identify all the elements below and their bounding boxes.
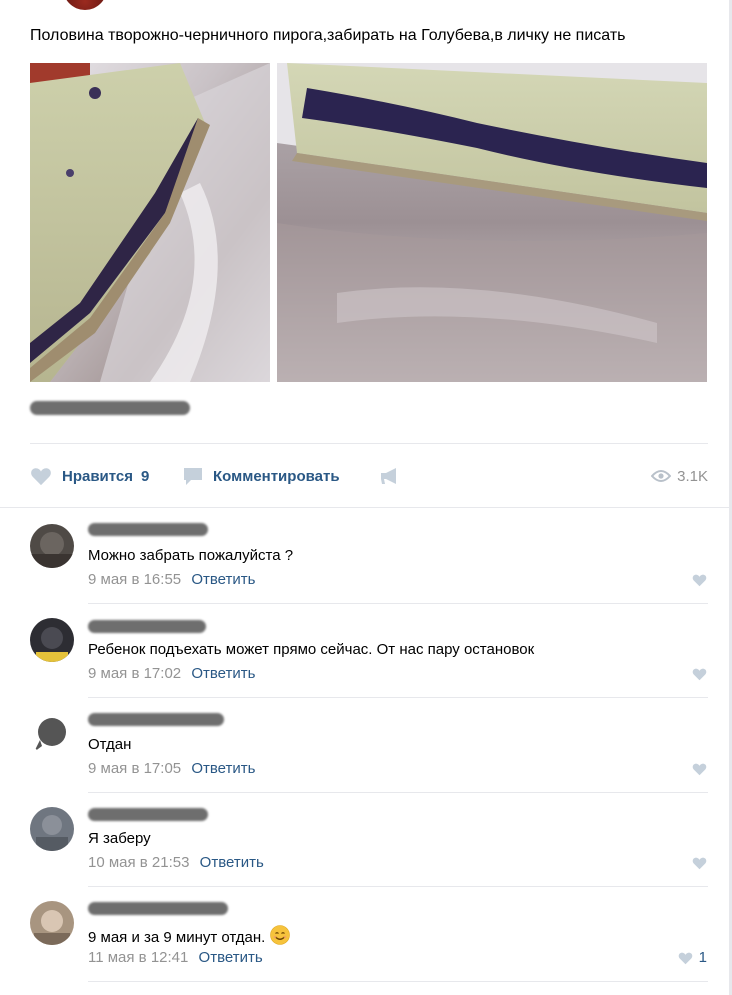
commenter-avatar[interactable]	[30, 618, 74, 662]
commenter-avatar[interactable]	[30, 901, 74, 945]
comment-like-button[interactable]	[692, 762, 707, 776]
post-divider-top	[30, 443, 708, 444]
comment-text: Можно забрать пожалуйста ?	[88, 547, 294, 564]
comment-meta: 9 мая в 16:55 Ответить	[88, 571, 255, 588]
comment-divider	[88, 603, 708, 604]
like-button[interactable]: Нравится 9	[30, 462, 149, 490]
comment-like-button[interactable]: 1	[678, 949, 707, 966]
heart-icon	[692, 857, 707, 870]
redacted-commenter-name	[88, 523, 208, 536]
views-count: 3.1K	[677, 467, 708, 485]
comment-date[interactable]: 11 мая в 12:41	[88, 949, 188, 966]
comment-item: Я заберу 10 мая в 21:53 Ответить	[0, 798, 732, 888]
comment-date[interactable]: 9 мая в 17:02	[88, 665, 181, 682]
avatar-image	[30, 524, 74, 568]
vk-post-page: Половина творожно-черничного пирога,заби…	[0, 0, 732, 995]
redacted-commenter-name	[88, 808, 208, 821]
comment-like-button[interactable]	[692, 573, 707, 587]
avatar-image	[30, 712, 74, 756]
reply-link[interactable]: Ответить	[191, 571, 255, 588]
comment-text: 9 мая и за 9 минут отдан.	[88, 925, 290, 946]
commenter-avatar[interactable]	[30, 807, 74, 851]
comment-item: Ребенок подъехать может прямо сейчас. От…	[0, 609, 732, 699]
post-author-avatar[interactable]	[63, 0, 107, 10]
redacted-commenter-name	[88, 620, 206, 633]
avatar-image	[30, 901, 74, 945]
smiling-face-emoji-icon	[269, 925, 290, 945]
commenter-avatar[interactable]	[30, 524, 74, 568]
post-photo-1[interactable]	[30, 63, 270, 382]
comment-meta: 9 мая в 17:02 Ответить	[88, 665, 255, 682]
comment-meta: 9 мая в 17:05 Ответить	[88, 760, 255, 777]
post-photo-2[interactable]	[277, 63, 707, 382]
comment-item: Можно забрать пожалуйста ? 9 мая в 16:55…	[0, 515, 732, 605]
post-actions-bar: Нравится 9 Комментировать 3.1K	[30, 462, 708, 490]
commenter-avatar[interactable]	[30, 712, 74, 756]
avatar-image	[30, 618, 74, 662]
reply-link[interactable]: Ответить	[191, 665, 255, 682]
comment-icon	[184, 468, 202, 485]
comment-date[interactable]: 9 мая в 17:05	[88, 760, 181, 777]
comment-meta: 10 мая в 21:53 Ответить	[88, 854, 264, 871]
comment-divider	[88, 697, 708, 698]
comment-text: Отдан	[88, 736, 132, 753]
comment-date[interactable]: 10 мая в 21:53	[88, 854, 189, 871]
comment-item: Отдан 9 мая в 17:05 Ответить	[0, 703, 732, 793]
heart-icon	[692, 668, 707, 681]
comment-text: Ребенок подъехать может прямо сейчас. От…	[88, 641, 535, 658]
comment-divider	[88, 981, 708, 982]
redacted-commenter-name	[88, 902, 228, 915]
heart-icon	[692, 763, 707, 776]
redacted-author-name	[30, 401, 190, 415]
comment-date[interactable]: 9 мая в 16:55	[88, 571, 181, 588]
comment-text: Я заберу	[88, 830, 151, 847]
comment-like-button[interactable]	[692, 856, 707, 870]
comment-item: 9 мая и за 9 минут отдан. 11 мая в 12:41…	[0, 892, 732, 982]
comment-like-count: 1	[698, 949, 707, 966]
comment-meta: 11 мая в 12:41 Ответить	[88, 949, 263, 966]
comment-divider	[88, 792, 708, 793]
comment-like-button[interactable]	[692, 667, 707, 681]
like-count: 9	[141, 467, 150, 485]
share-button[interactable]	[379, 462, 401, 490]
redacted-commenter-name	[88, 713, 224, 726]
megaphone-icon	[381, 468, 396, 484]
post-divider-bottom	[0, 507, 732, 508]
views-counter: 3.1K	[651, 462, 708, 490]
avatar-image	[30, 807, 74, 851]
eye-icon	[651, 470, 672, 482]
post-text: Половина творожно-черничного пирога,заби…	[30, 27, 626, 44]
comment-button[interactable]: Комментировать	[182, 462, 340, 490]
reply-link[interactable]: Ответить	[199, 949, 263, 966]
like-label: Нравится	[62, 467, 134, 485]
comment-label: Комментировать	[213, 467, 340, 485]
heart-icon	[678, 952, 692, 964]
reply-link[interactable]: Ответить	[200, 854, 264, 871]
pie-photo-2-image	[277, 63, 707, 382]
pie-photo-1-image	[30, 63, 270, 382]
comment-text-content: 9 мая и за 9 минут отдан.	[88, 929, 266, 946]
comment-divider	[88, 886, 708, 887]
heart-icon	[31, 468, 51, 486]
reply-link[interactable]: Ответить	[191, 760, 255, 777]
heart-icon	[692, 574, 707, 587]
